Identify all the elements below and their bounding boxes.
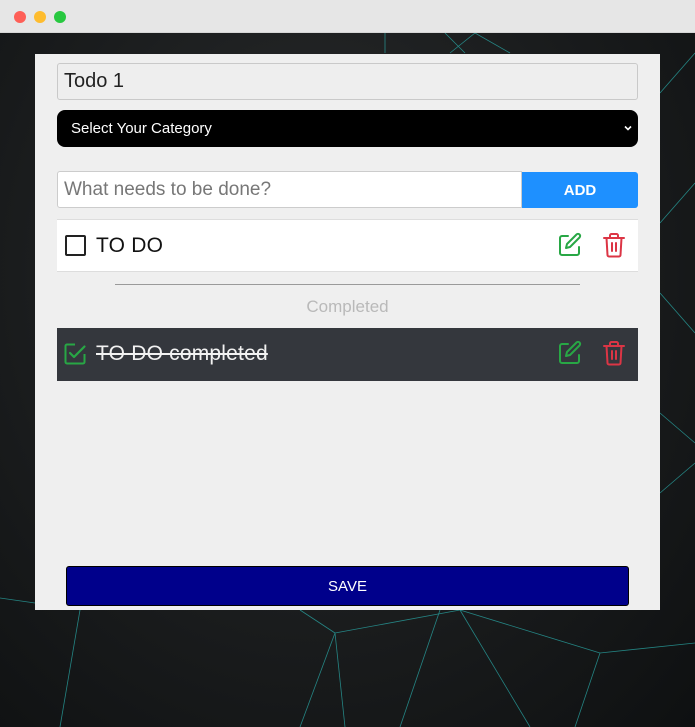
edit-icon[interactable] bbox=[557, 232, 583, 258]
completed-todo-text: TO DO completed bbox=[96, 342, 268, 365]
completed-todo-item: TO DO completed bbox=[57, 328, 638, 381]
window-title-bar bbox=[0, 0, 695, 33]
completed-heading: Completed bbox=[306, 297, 389, 316]
edit-icon[interactable] bbox=[557, 340, 583, 366]
checkbox-checked-icon[interactable] bbox=[63, 342, 87, 366]
maximize-window-button[interactable] bbox=[54, 11, 66, 23]
checkbox-icon[interactable] bbox=[65, 235, 86, 256]
trash-icon[interactable] bbox=[602, 232, 626, 258]
new-todo-input[interactable] bbox=[57, 171, 522, 208]
todo-item: TO DO bbox=[57, 219, 638, 272]
category-select[interactable]: Select Your Category bbox=[57, 110, 638, 147]
save-button[interactable]: SAVE bbox=[66, 566, 629, 606]
divider bbox=[115, 284, 580, 285]
list-title-input[interactable] bbox=[57, 63, 638, 100]
add-button[interactable]: ADD bbox=[522, 172, 638, 208]
todo-item-text: TO DO bbox=[96, 234, 164, 257]
close-window-button[interactable] bbox=[14, 11, 26, 23]
minimize-window-button[interactable] bbox=[34, 11, 46, 23]
trash-icon[interactable] bbox=[602, 340, 626, 366]
category-select-value: Select Your Category bbox=[71, 120, 212, 137]
chevron-down-icon bbox=[624, 125, 632, 131]
todo-panel: Select Your Category ADD TO DO Completed… bbox=[35, 54, 660, 610]
